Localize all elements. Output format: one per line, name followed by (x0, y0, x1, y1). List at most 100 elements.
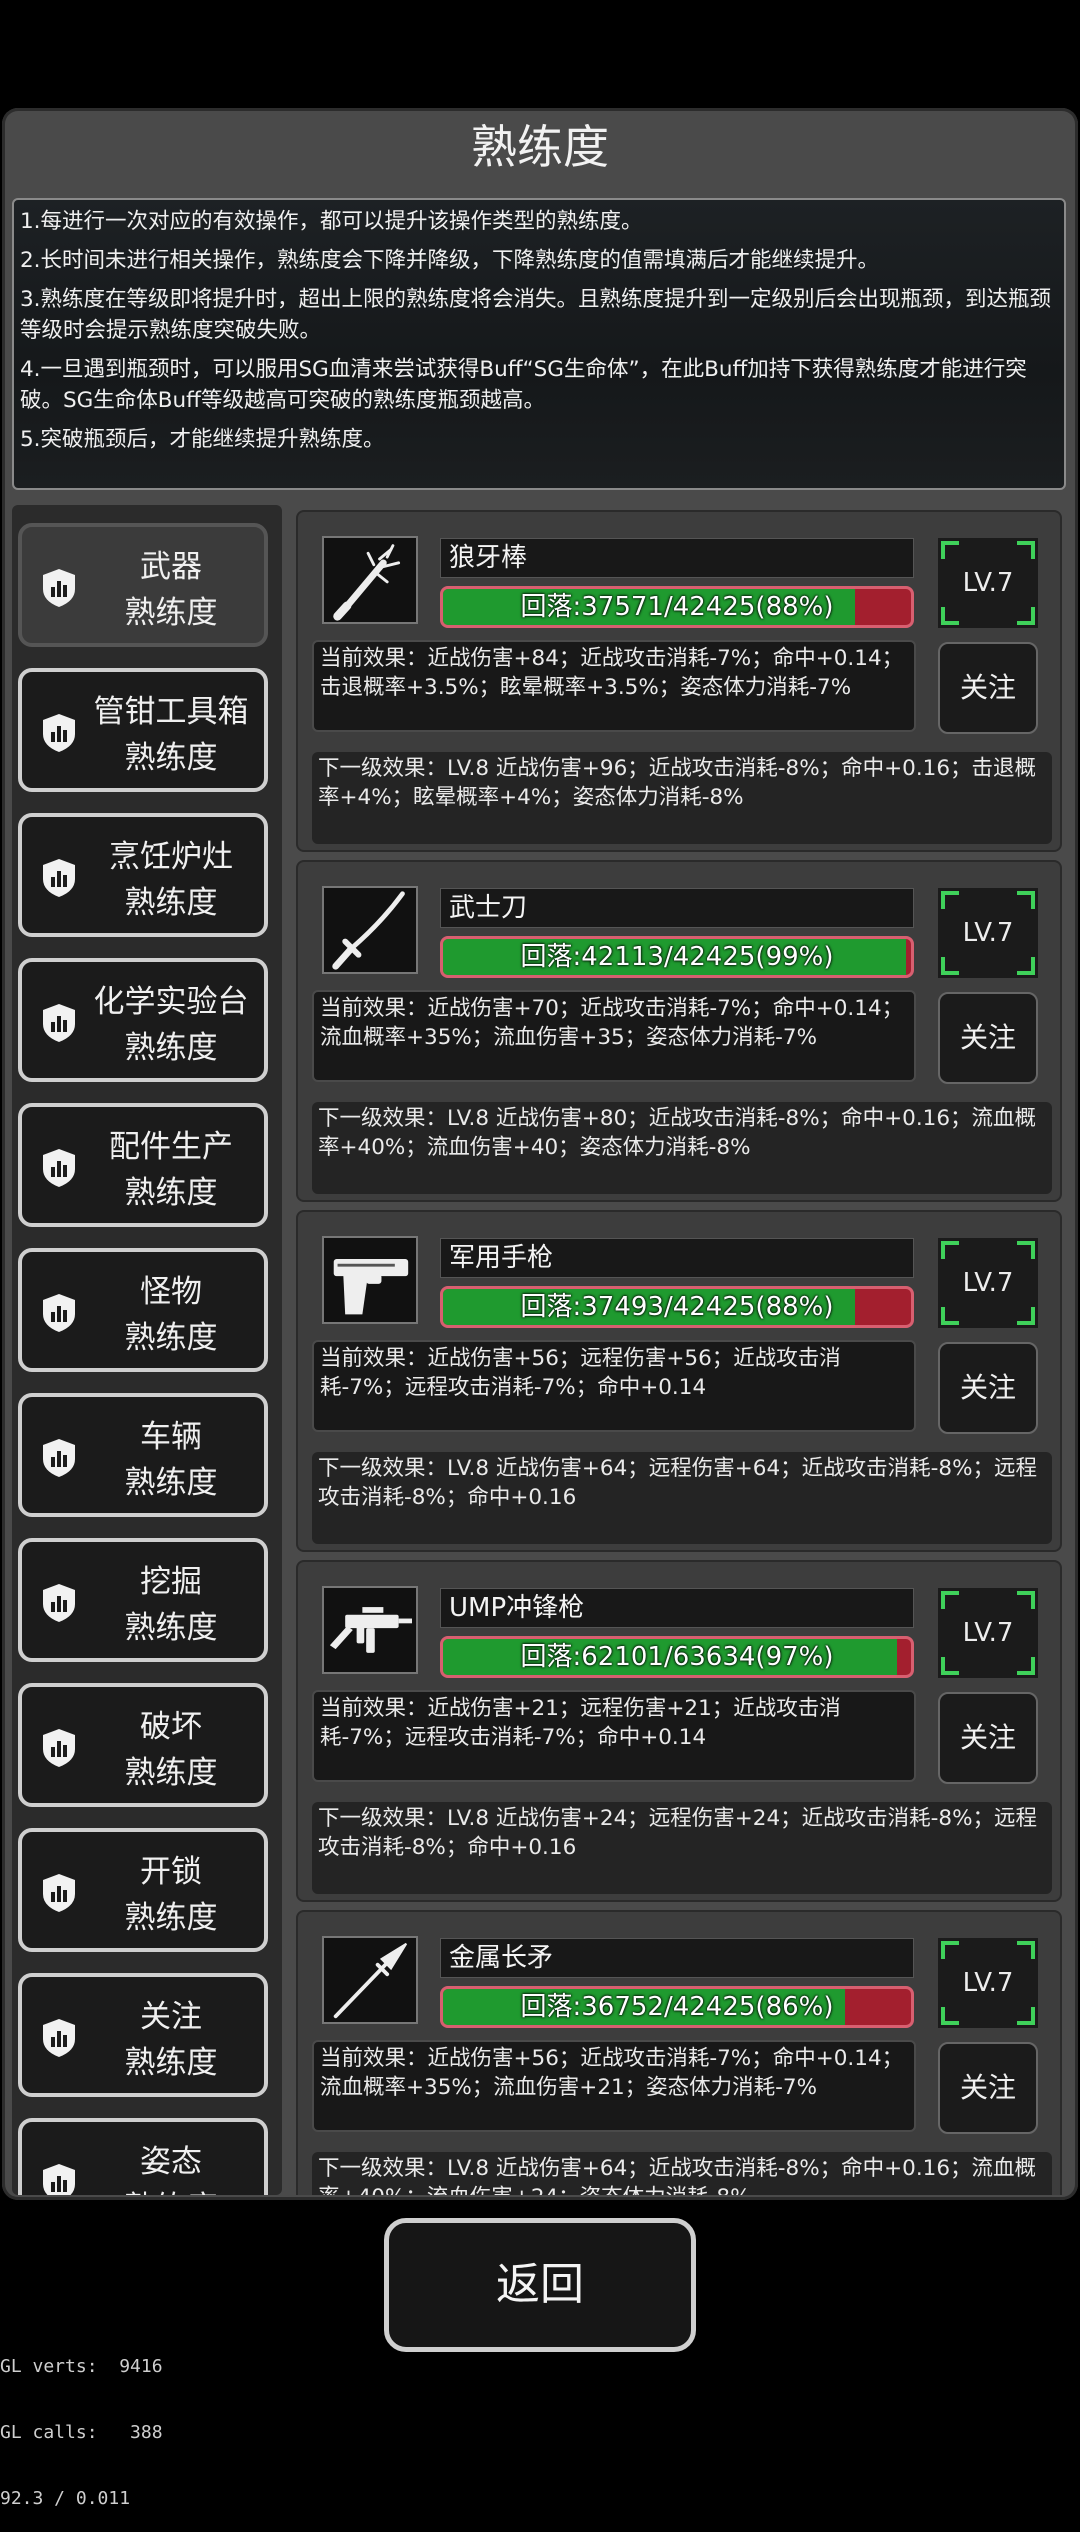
proficiency-bar: 回落:37493/42425(88%) (440, 1286, 914, 1328)
spiked-club-icon (322, 536, 418, 624)
category-button[interactable]: 化学实验台 熟练度 (18, 958, 268, 1082)
proficiency-badge-icon (38, 1437, 80, 1479)
category-name: 武器 (140, 549, 202, 585)
category-button[interactable]: 破坏 熟练度 (18, 1683, 268, 1807)
proficiency-badge-icon (38, 2017, 80, 2059)
category-button[interactable]: 配件生产 熟练度 (18, 1103, 268, 1227)
info-line: 5.突破瓶颈后，才能继续提升熟练度。 (20, 427, 385, 452)
proficiency-badge-icon (38, 857, 80, 899)
category-name: 车辆 (140, 1419, 202, 1455)
category-subtitle: 熟练度 (84, 2182, 258, 2195)
category-subtitle: 熟练度 (124, 1610, 218, 1646)
level-badge: LV.7 (938, 1238, 1038, 1328)
proficiency-badge-icon (38, 1872, 80, 1914)
proficiency-text: 回落:62101/63634(97%) (520, 1642, 834, 1672)
follow-button[interactable]: 关注 (938, 642, 1038, 734)
category-subtitle: 熟练度 (124, 885, 218, 921)
category-name: 烹饪炉灶 (109, 839, 233, 875)
proficiency-badge-icon (38, 1002, 80, 1044)
category-button[interactable]: 姿态熟练度 (18, 2118, 268, 2195)
info-box: 1.每进行一次对应的有效操作，都可以提升该操作类型的熟练度。 2.长时间未进行相… (12, 198, 1066, 490)
proficiency-bar: 回落:42113/42425(99%) (440, 936, 914, 978)
level-text: LV.7 (962, 918, 1014, 948)
pistol-icon (322, 1236, 418, 1324)
proficiency-text: 回落:37493/42425(88%) (520, 1292, 834, 1322)
follow-button[interactable]: 关注 (938, 2042, 1038, 2134)
weapon-card: 军用手枪回落:37493/42425(88%) LV.7 当前效果：近战伤害+56；… (296, 1210, 1062, 1552)
current-effect: 当前效果：近战伤害+56；近战攻击消耗-7%；命中+0.14；流血概率+35%；… (312, 2040, 916, 2132)
info-line: 3.熟练度在等级即将提升时，超出上限的熟练度将会消失。且熟练度提升到一定级别后会… (20, 287, 1052, 343)
level-text: LV.7 (962, 1968, 1014, 1998)
category-button[interactable]: 挖掘 熟练度 (18, 1538, 268, 1662)
debug-line: GL verts: 9416 (0, 2356, 163, 2377)
category-sidebar[interactable]: 武器 熟练度 管钳工具箱 熟练度 烹饪炉灶 熟练度 化学实验台 熟练度 配件生产 熟练度 怪物 熟练度… (12, 505, 282, 2195)
info-line: 1.每进行一次对应的有效操作，都可以提升该操作类型的熟练度。 (20, 209, 643, 234)
category-name: 配件生产 (109, 1129, 233, 1165)
category-button[interactable]: 烹饪炉灶 熟练度 (18, 813, 268, 937)
proficiency-badge-icon (38, 712, 80, 754)
current-effect: 当前效果：近战伤害+84；近战攻击消耗-7%；命中+0.14；击退概率+3.5%… (312, 640, 916, 732)
weapon-card: 金属长矛回落:36752/42425(86%) LV.7 当前效果：近战伤害+56；… (296, 1910, 1062, 2195)
level-text: LV.7 (962, 1268, 1014, 1298)
category-name: 关注 (140, 1999, 202, 2035)
proficiency-badge-icon (38, 1292, 80, 1334)
category-subtitle: 熟练度 (124, 2045, 218, 2081)
weapon-name: 军用手枪 (440, 1238, 914, 1278)
level-text: LV.7 (962, 1618, 1014, 1648)
next-level-effect: 下一级效果：LV.8 近战伤害+80；近战攻击消耗-8%；命中+0.16；流血概… (312, 1102, 1052, 1194)
weapon-card: UMP冲锋枪回落:62101/63634(97%) LV.7 当前效果：近战伤害+2… (296, 1560, 1062, 1902)
level-badge: LV.7 (938, 1938, 1038, 2028)
proficiency-badge-icon (38, 1727, 80, 1769)
next-level-effect: 下一级效果：LV.8 近战伤害+24；远程伤害+24；近战攻击消耗-8%；远程攻… (312, 1802, 1052, 1894)
category-button[interactable]: 管钳工具箱 熟练度 (18, 668, 268, 792)
weapon-name: 武士刀 (440, 888, 914, 928)
follow-button[interactable]: 关注 (938, 992, 1038, 1084)
proficiency-badge-icon (38, 567, 80, 609)
proficiency-text: 回落:42113/42425(99%) (520, 942, 834, 972)
category-subtitle: 熟练度 (124, 740, 218, 776)
proficiency-text: 回落:36752/42425(86%) (520, 1992, 834, 2022)
next-level-effect: 下一级效果：LV.8 近战伤害+96；近战攻击消耗-8%；命中+0.16；击退概… (312, 752, 1052, 844)
follow-button[interactable]: 关注 (938, 1342, 1038, 1434)
info-line: 4.一旦遇到瓶颈时，可以服用SG血清来尝试获得Buff“SG生命体”，在此Buf… (20, 357, 1027, 413)
category-name: 开锁 (140, 1854, 202, 1890)
proficiency-text: 回落:37571/42425(88%) (520, 592, 834, 622)
weapon-card: 狼牙棒 回落:37571/42425(88%) LV.7 当前效果：近战伤害+84；近… (296, 510, 1062, 852)
category-name: 破坏 (140, 1709, 202, 1745)
weapon-name: 金属长矛 (440, 1938, 914, 1978)
follow-button[interactable]: 关注 (938, 1692, 1038, 1784)
current-effect: 当前效果：近战伤害+21；远程伤害+21；近战攻击消耗-7%；远程攻击消耗-7%… (312, 1690, 916, 1782)
category-button[interactable]: 关注 熟练度 (18, 1973, 268, 2097)
level-badge: LV.7 (938, 538, 1038, 628)
weapon-list[interactable]: 狼牙棒 回落:37571/42425(88%) LV.7 当前效果：近战伤害+84；近… (296, 510, 1062, 2195)
proficiency-badge-icon (38, 1582, 80, 1624)
back-button[interactable]: 返回 (384, 2218, 696, 2352)
next-level-effect: 下一级效果：LV.8 近战伤害+64；远程伤害+64；近战攻击消耗-8%；远程攻… (312, 1452, 1052, 1544)
category-subtitle: 熟练度 (124, 1755, 218, 1791)
category-button[interactable]: 武器 熟练度 (18, 523, 268, 647)
level-badge: LV.7 (938, 888, 1038, 978)
weapon-name: UMP冲锋枪 (440, 1588, 914, 1628)
category-button[interactable]: 怪物 熟练度 (18, 1248, 268, 1372)
category-subtitle: 熟练度 (124, 595, 218, 631)
smg-icon (322, 1586, 418, 1674)
debug-line: GL calls: 388 (0, 2422, 163, 2443)
weapon-card: 武士刀回落:42113/42425(99%) LV.7 当前效果：近战伤害+70；近… (296, 860, 1062, 1202)
category-button[interactable]: 车辆 熟练度 (18, 1393, 268, 1517)
proficiency-bar: 回落:37571/42425(88%) (440, 586, 914, 628)
katana-icon (322, 886, 418, 974)
proficiency-badge-icon (38, 2162, 80, 2195)
category-subtitle: 熟练度 (124, 1030, 218, 1066)
category-button[interactable]: 开锁 熟练度 (18, 1828, 268, 1952)
page-title: 熟练度 (471, 120, 609, 174)
category-subtitle: 熟练度 (124, 1175, 218, 1211)
proficiency-badge-icon (38, 1147, 80, 1189)
debug-line: 92.3 / 0.011 (0, 2488, 131, 2509)
category-subtitle: 熟练度 (124, 1900, 218, 1936)
category-name: 化学实验台 (93, 984, 249, 1020)
current-effect: 当前效果：近战伤害+56；远程伤害+56；近战攻击消耗-7%；远程攻击消耗-7%… (312, 1340, 916, 1432)
category-subtitle: 熟练度 (124, 1320, 218, 1356)
category-name: 怪物 (140, 1274, 202, 1310)
category-name: 挖掘 (140, 1564, 202, 1600)
current-effect: 当前效果：近战伤害+70；近战攻击消耗-7%；命中+0.14；流血概率+35%；… (312, 990, 916, 1082)
